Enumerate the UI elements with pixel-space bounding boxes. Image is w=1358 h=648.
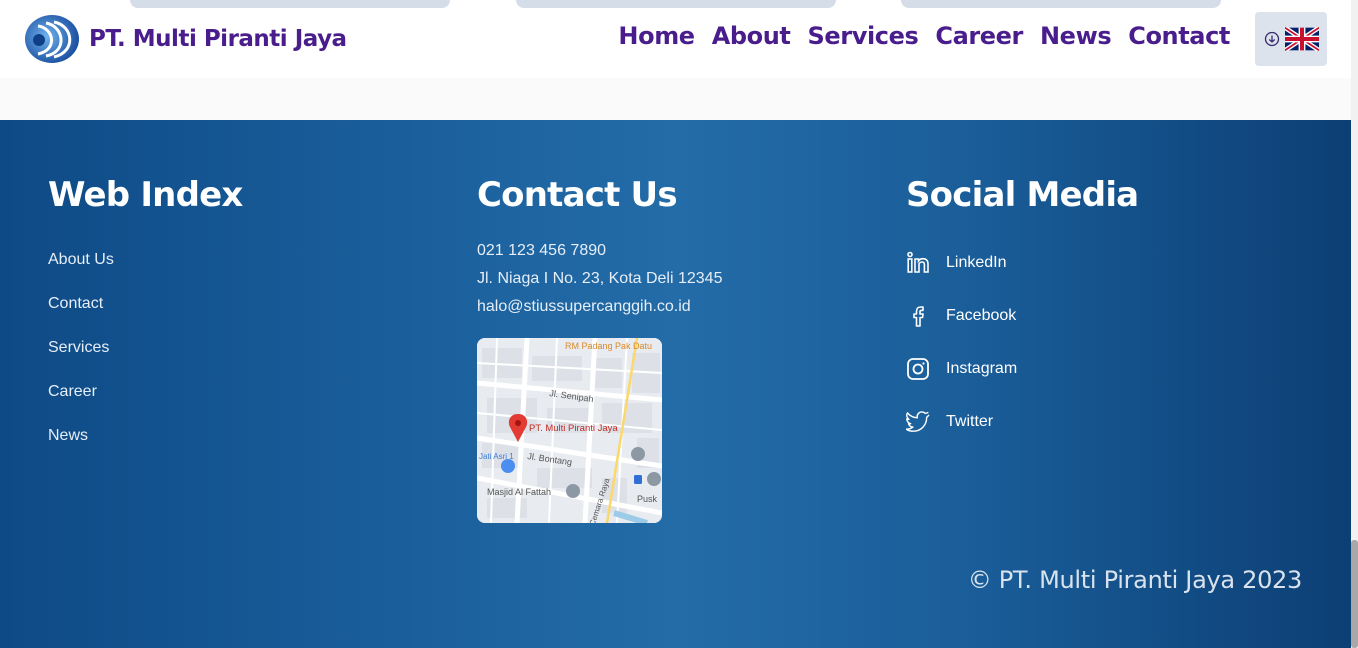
nav-services[interactable]: Services (808, 22, 919, 50)
site-footer: Web Index About Us Contact Services Care… (0, 120, 1351, 648)
footer-link-services[interactable]: Services (48, 339, 243, 383)
main-nav: Home About Services Career News Contact (618, 22, 1230, 50)
nav-contact[interactable]: Contact (1128, 22, 1230, 50)
mosque-pin-icon (566, 484, 580, 498)
instagram-icon (907, 357, 929, 380)
navbar: PT. Multi Piranti Jaya Home About Servic… (0, 0, 1351, 78)
contact-column: Contact Us 021 123 456 7890 Jl. Niaga I … (477, 175, 722, 523)
twitter-icon (906, 410, 930, 432)
shop-pin-icon (501, 459, 515, 473)
language-switcher-button[interactable] (1255, 12, 1327, 66)
linkedin-icon (907, 251, 929, 273)
facebook-icon (913, 305, 924, 327)
contact-address: Jl. Niaga I No. 23, Kota Deli 12345 (477, 270, 723, 287)
social-label: Twitter (946, 412, 994, 430)
nav-home[interactable]: Home (618, 22, 695, 50)
brand-link[interactable]: PT. Multi Piranti Jaya (24, 14, 347, 64)
footer-link-news[interactable]: News (48, 427, 243, 471)
map-label: Pusk (637, 494, 658, 504)
social-link-linkedin[interactable]: LinkedIn (906, 236, 1138, 289)
location-map[interactable]: RM Padang Pak Datu Jl. Senipah Jl. Bonta… (477, 338, 662, 523)
nav-news[interactable]: News (1040, 22, 1112, 50)
social-label: LinkedIn (946, 253, 1007, 271)
company-logo-icon (25, 15, 79, 63)
map-label: RM Padang Pak Datu (565, 341, 652, 351)
social-label: Instagram (946, 359, 1018, 377)
building-pin-icon (647, 472, 661, 486)
web-index-column: Web Index About Us Contact Services Care… (48, 175, 243, 471)
social-column: Social Media LinkedIn Facebook Instagram… (906, 175, 1139, 448)
social-link-facebook[interactable]: Facebook (906, 289, 1138, 342)
web-index-title: Web Index (48, 175, 243, 215)
card-edge (130, 0, 450, 8)
card-edge (901, 0, 1221, 8)
card-edge (516, 0, 836, 8)
map-pin-label: PT. Multi Piranti Jaya (529, 423, 618, 434)
uk-flag-icon (1284, 27, 1319, 51)
download-circle-icon (1264, 31, 1279, 47)
social-label: Facebook (946, 306, 1017, 324)
footer-link-contact[interactable]: Contact (48, 295, 243, 339)
copyright-text: © PT. Multi Piranti Jaya 2023 (967, 566, 1303, 594)
nav-career[interactable]: Career (935, 22, 1023, 50)
bank-pin-icon (631, 447, 645, 461)
scrollbar-thumb[interactable] (1351, 540, 1358, 648)
footer-link-career[interactable]: Career (48, 383, 243, 427)
social-link-twitter[interactable]: Twitter (906, 395, 1138, 448)
brand-name: PT. Multi Piranti Jaya (89, 26, 347, 52)
social-title: Social Media (906, 175, 1139, 215)
footer-link-about-us[interactable]: About Us (48, 251, 243, 295)
social-link-instagram[interactable]: Instagram (906, 342, 1138, 395)
contact-title: Contact Us (477, 175, 678, 215)
map-label: Masjid Al Fattah (487, 487, 551, 497)
contact-email[interactable]: halo@stiussupercanggih.co.id (477, 293, 722, 321)
web-index-links: About Us Contact Services Career News (48, 251, 243, 471)
bus-stop-icon (634, 475, 642, 484)
page-scrollbar[interactable] (1351, 0, 1358, 648)
contact-phone: 021 123 456 7890 (477, 242, 607, 259)
nav-about[interactable]: About (712, 22, 791, 50)
